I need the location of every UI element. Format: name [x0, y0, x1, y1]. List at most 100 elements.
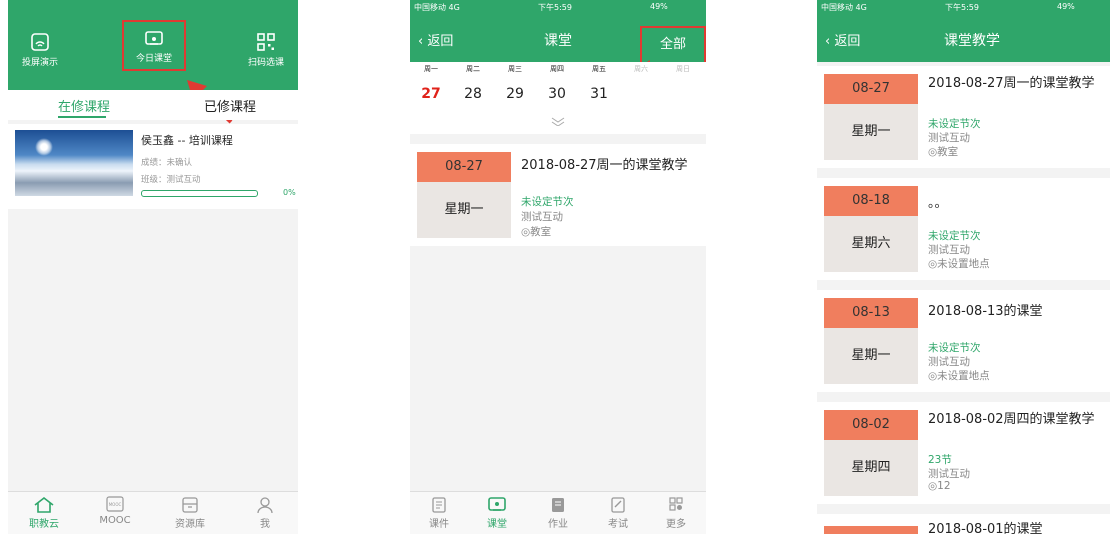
- lesson-section: 未设定节次: [928, 118, 981, 130]
- courseware-icon: [432, 497, 446, 513]
- course-thumbnail: [15, 130, 133, 196]
- home-header: 投屏演示 今日课堂 扫码选课: [8, 0, 298, 90]
- nav-exam-label: 考试: [608, 519, 628, 530]
- lesson-section: 23节: [928, 454, 952, 466]
- lesson-card[interactable]: 08-13 星期一 2018-08-13的课堂 未设定节次 测试互动 ◎未设置地…: [817, 290, 1110, 392]
- time-label: 下午5:59: [945, 3, 979, 12]
- back-button[interactable]: ‹ 返回: [825, 30, 860, 49]
- archive-icon: [182, 497, 198, 513]
- lesson-room: ◎未设置地点: [928, 370, 990, 382]
- chevron-left-icon: ‹: [418, 34, 424, 49]
- weekday-sun: 周日: [676, 65, 690, 73]
- back-button[interactable]: ‹ 返回: [418, 30, 453, 49]
- qr-code-icon: [257, 33, 275, 51]
- course-progress-bar: [141, 190, 258, 197]
- weekday-fri: 周五: [592, 65, 606, 73]
- grid-icon: [669, 497, 683, 511]
- lesson-card[interactable]: 08-27 星期一 2018-08-27周一的课堂教学 未设定节次 测试互动 ◎…: [410, 144, 706, 246]
- lesson-card[interactable]: 08-01 2018-08-01的课堂: [817, 514, 1110, 534]
- bottom-nav: 课件 课堂 作业 考试 更多: [410, 491, 706, 534]
- cast-icon: [31, 33, 49, 51]
- lesson-title: 2018-08-13的课堂: [928, 304, 1043, 319]
- lesson-class: 测试互动: [928, 244, 970, 256]
- date-cell[interactable]: 31: [585, 86, 613, 102]
- nav-resources[interactable]: 资源库: [165, 496, 215, 530]
- phone-lesson-list: 中国移动 4G 下午5:59 49% ‹ 返回 课堂教学 08-27 星期一 2…: [817, 0, 1110, 534]
- nav-homework[interactable]: 作业: [533, 496, 583, 530]
- nav-me-label: 我: [260, 519, 270, 530]
- page-title: 课堂教学: [944, 33, 1000, 49]
- lesson-class: 测试互动: [928, 132, 970, 144]
- lesson-weekday: 星期一: [417, 182, 511, 238]
- page-title: 课堂: [544, 33, 572, 49]
- lesson-title: 。。: [928, 196, 948, 211]
- course-progress-label: 0%: [283, 188, 296, 197]
- lesson-room: ◎12: [928, 480, 951, 492]
- lesson-card[interactable]: 08-27 星期一 2018-08-27周一的课堂教学 未设定节次 测试互动 ◎…: [817, 66, 1110, 168]
- phone-course-home: 投屏演示 今日课堂 扫码选课 在修课程 已修课程 侯玉鑫 -- 培训课程 成绩：…: [8, 0, 298, 534]
- sun-glare: [35, 138, 53, 156]
- date-cell[interactable]: 28: [459, 86, 487, 102]
- date-cell[interactable]: 29: [501, 86, 529, 102]
- date-cell[interactable]: 30: [543, 86, 571, 102]
- lesson-room: ◎教室: [521, 226, 552, 238]
- lesson-card[interactable]: 08-02 星期四 2018-08-02周四的课堂教学 23节 测试互动 ◎12: [817, 402, 1110, 504]
- bottom-nav: 职教云 MOOC MOOC 资源库 我: [8, 491, 298, 534]
- all-button[interactable]: 全部: [640, 26, 706, 64]
- lesson-class: 测试互动: [521, 211, 563, 223]
- lesson-room: ◎教室: [928, 146, 959, 158]
- lesson-weekday: 星期一: [824, 328, 918, 384]
- course-tabs: 在修课程 已修课程: [8, 90, 298, 120]
- weekday-tue: 周二: [466, 65, 480, 73]
- date-today[interactable]: 27: [417, 86, 445, 102]
- carrier-label: 中国移动 4G: [414, 3, 460, 12]
- classroom-icon: [488, 497, 506, 511]
- lesson-date: 08-27: [417, 152, 511, 182]
- lesson-card[interactable]: 08-18 星期六 。。 未设定节次 测试互动 ◎未设置地点: [817, 178, 1110, 280]
- classroom-icon: [145, 31, 163, 45]
- nav-home[interactable]: 职教云: [19, 496, 69, 530]
- lesson-title: 2018-08-27周一的课堂教学: [521, 158, 688, 173]
- nav-homework-label: 作业: [548, 519, 568, 530]
- scan-button[interactable]: 扫码选课: [234, 32, 298, 68]
- battery-label: 49%: [650, 2, 668, 11]
- nav-classroom-label: 课堂: [487, 519, 507, 530]
- home-icon: [34, 496, 54, 513]
- lesson-section: 未设定节次: [928, 230, 981, 242]
- chevron-left-icon: ‹: [825, 34, 831, 49]
- phone-classroom-calendar: 中国移动 4G 下午5:59 49% ‹ 返回 课堂 全部 周一 周二 周三 周…: [410, 0, 706, 534]
- nav-mooc[interactable]: MOOC MOOC: [90, 496, 140, 526]
- lesson-title: 2018-08-27周一的课堂教学: [928, 76, 1095, 91]
- nav-more[interactable]: 更多: [651, 496, 701, 530]
- lesson-section: 未设定节次: [521, 196, 574, 208]
- chevron-down-icon[interactable]: [550, 116, 566, 126]
- status-bar: 中国移动 4G 下午5:59 49%: [410, 0, 706, 14]
- lesson-weekday: 星期六: [824, 216, 918, 272]
- course-card[interactable]: 侯玉鑫 -- 培训课程 成绩：未确认 班级：测试互动 0%: [8, 124, 298, 209]
- nav-courseware[interactable]: 课件: [414, 496, 464, 530]
- course-score: 成绩：未确认: [141, 158, 193, 168]
- weekday-thu: 周四: [550, 65, 564, 73]
- mooc-icon: MOOC: [106, 496, 124, 512]
- lesson-title: 2018-08-01的课堂: [928, 522, 1043, 534]
- nav-mooc-label: MOOC: [99, 515, 131, 526]
- nav-bar: ‹ 返回 课堂教学: [817, 14, 1110, 62]
- course-title: 侯玉鑫 -- 培训课程: [141, 134, 233, 147]
- back-label: 返回: [834, 34, 861, 49]
- nav-bar: ‹ 返回 课堂 全部: [410, 14, 706, 64]
- tab-finished-courses[interactable]: 已修课程: [204, 96, 256, 115]
- today-class-button[interactable]: 今日课堂: [122, 20, 186, 71]
- nav-classroom[interactable]: 课堂: [472, 496, 522, 530]
- lesson-date: 08-13: [824, 298, 918, 328]
- nav-me[interactable]: 我: [240, 496, 290, 530]
- week-calendar: 周一 周二 周三 周四 周五 周六 周日 27 28 29 30 31: [410, 62, 706, 134]
- nav-more-label: 更多: [666, 519, 686, 530]
- lesson-section: 未设定节次: [928, 342, 981, 354]
- course-class: 班级：测试互动: [141, 175, 201, 185]
- tab-current-courses[interactable]: 在修课程: [58, 96, 110, 115]
- nav-exam[interactable]: 考试: [593, 496, 643, 530]
- nav-courseware-label: 课件: [429, 519, 449, 530]
- cast-button[interactable]: 投屏演示: [8, 32, 72, 68]
- weekday-wed: 周三: [508, 65, 522, 73]
- lesson-weekday: 星期一: [824, 104, 918, 160]
